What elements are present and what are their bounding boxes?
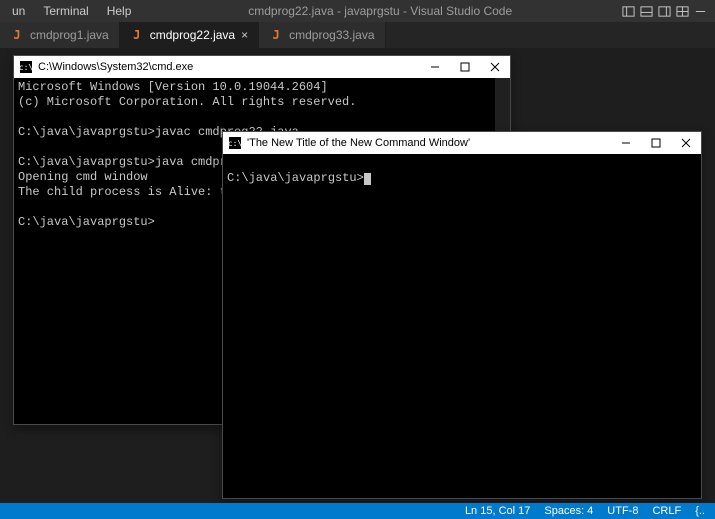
cmd2-prompt: C:\java\javaprgstu> bbox=[227, 171, 364, 185]
tab-cmdprog22[interactable]: J cmdprog22.java × bbox=[120, 22, 259, 48]
menu-help[interactable]: Help bbox=[99, 2, 140, 20]
java-file-icon: J bbox=[130, 28, 144, 42]
maximize-button[interactable] bbox=[641, 132, 671, 154]
window-title: cmdprog22.java - javaprgstu - Visual Stu… bbox=[139, 4, 621, 18]
java-file-icon: J bbox=[269, 28, 283, 42]
status-language[interactable]: {.. bbox=[695, 505, 705, 517]
status-bar: Ln 15, Col 17 Spaces: 4 UTF-8 CRLF {.. bbox=[0, 503, 715, 519]
minimize-icon[interactable] bbox=[693, 4, 707, 18]
tab-cmdprog1[interactable]: J cmdprog1.java bbox=[0, 22, 120, 48]
status-encoding[interactable]: UTF-8 bbox=[607, 505, 638, 517]
tab-label: cmdprog1.java bbox=[30, 28, 109, 42]
layout-grid-icon[interactable] bbox=[675, 4, 689, 18]
tab-label: cmdprog22.java bbox=[150, 28, 235, 42]
minimize-button[interactable] bbox=[420, 56, 450, 78]
maximize-button[interactable] bbox=[450, 56, 480, 78]
tab-label: cmdprog33.java bbox=[289, 28, 374, 42]
title-layout-buttons bbox=[621, 4, 715, 18]
cmd1-title: C:\Windows\System32\cmd.exe bbox=[38, 61, 414, 73]
vscode-titlebar: un Terminal Help cmdprog22.java - javapr… bbox=[0, 0, 715, 22]
menu-run[interactable]: un bbox=[4, 2, 33, 20]
cmd2-body[interactable]: C:\java\javaprgstu> bbox=[223, 154, 701, 498]
cmd2-title: 'The New Title of the New Command Window… bbox=[247, 137, 605, 149]
minimize-button[interactable] bbox=[611, 132, 641, 154]
editor-tabs: J cmdprog1.java J cmdprog22.java × J cmd… bbox=[0, 22, 715, 48]
cursor bbox=[364, 173, 371, 185]
cmd-window-2: c:\ 'The New Title of the New Command Wi… bbox=[222, 131, 702, 499]
java-file-icon: J bbox=[10, 28, 24, 42]
tab-cmdprog33[interactable]: J cmdprog33.java bbox=[259, 22, 385, 48]
status-line-col[interactable]: Ln 15, Col 17 bbox=[465, 505, 530, 517]
layout-panel-right-icon[interactable] bbox=[657, 4, 671, 18]
menu-bar: un Terminal Help bbox=[0, 2, 139, 20]
close-button[interactable] bbox=[480, 56, 510, 78]
cmd-icon: c:\ bbox=[20, 61, 32, 73]
status-eol[interactable]: CRLF bbox=[652, 505, 681, 517]
close-button[interactable] bbox=[671, 132, 701, 154]
cmd-icon: c:\ bbox=[229, 137, 241, 149]
menu-terminal[interactable]: Terminal bbox=[35, 2, 96, 20]
layout-panel-left-icon[interactable] bbox=[621, 4, 635, 18]
status-spaces[interactable]: Spaces: 4 bbox=[544, 505, 593, 517]
close-icon[interactable]: × bbox=[241, 28, 248, 42]
cmd2-titlebar[interactable]: c:\ 'The New Title of the New Command Wi… bbox=[223, 132, 701, 154]
cmd1-titlebar[interactable]: c:\ C:\Windows\System32\cmd.exe bbox=[14, 56, 510, 78]
layout-panel-bottom-icon[interactable] bbox=[639, 4, 653, 18]
